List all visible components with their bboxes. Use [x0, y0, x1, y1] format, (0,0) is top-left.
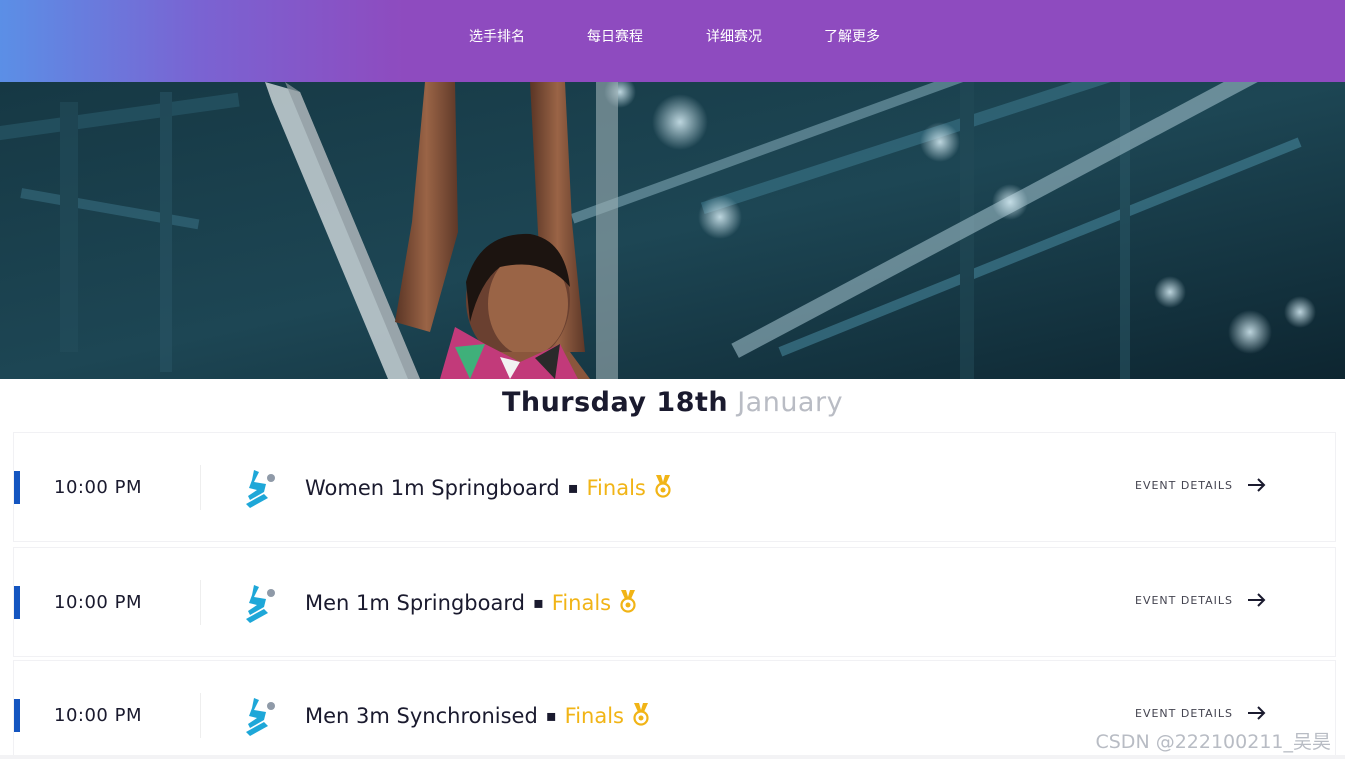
top-nav-bar: 选手排名 每日赛程 详细赛况 了解更多	[0, 0, 1345, 82]
event-details-link[interactable]: EVENT DETAILS	[1135, 592, 1267, 608]
diving-icon	[246, 585, 275, 623]
arrow-right-icon	[1248, 706, 1266, 720]
nav-item-rankings[interactable]: 选手排名	[469, 26, 525, 46]
diving-icon	[246, 698, 275, 736]
diving-icon	[246, 470, 275, 508]
medal-icon	[633, 703, 649, 726]
event-accent-bar	[14, 699, 20, 732]
arrow-right-icon	[1248, 593, 1266, 607]
event-details-link[interactable]: EVENT DETAILS	[1135, 477, 1267, 493]
main-nav: 选手排名 每日赛程 详细赛况 了解更多	[0, 26, 1345, 46]
nav-item-match-details[interactable]: 详细赛况	[706, 26, 762, 46]
schedule-date-heading: Thursday 18th January	[0, 385, 1345, 421]
event-name: Men 1m Springboard	[305, 591, 525, 615]
separator-dot: ▪	[545, 706, 557, 725]
event-details-label: EVENT DETAILS	[1135, 593, 1234, 607]
event-name: Women 1m Springboard	[305, 476, 560, 500]
watermark: CSDN @222100211_吴昊	[1095, 731, 1331, 753]
event-title: Men 1m Springboard ▪ Finals	[305, 588, 639, 618]
medal-icon	[655, 475, 671, 498]
arrow-right-icon	[1248, 478, 1266, 492]
schedule-day: Thursday 18th	[501, 387, 729, 418]
event-name: Men 3m Synchronised	[305, 704, 538, 728]
event-time: 10:00 PM	[54, 705, 142, 726]
row-divider	[200, 465, 201, 510]
event-accent-bar	[14, 471, 20, 504]
event-time: 10:00 PM	[54, 477, 142, 498]
row-divider	[200, 580, 201, 625]
event-row[interactable]: 10:00 PM Men 1m Springboard ▪ Finals EVENT…	[13, 547, 1336, 657]
row-divider	[200, 693, 201, 738]
event-details-link[interactable]: EVENT DETAILS	[1135, 705, 1267, 721]
event-row[interactable]: 10:00 PM Women 1m Springboard ▪ Finals EVE…	[13, 432, 1336, 542]
event-details-label: EVENT DETAILS	[1135, 478, 1234, 492]
event-title: Men 3m Synchronised ▪ Finals	[305, 701, 652, 731]
event-stage: Finals	[564, 704, 624, 728]
nav-item-daily-schedule[interactable]: 每日赛程	[587, 26, 643, 46]
separator-dot: ▪	[532, 593, 544, 612]
medal-icon	[620, 590, 636, 613]
nav-item-learn-more[interactable]: 了解更多	[824, 26, 880, 46]
event-details-label: EVENT DETAILS	[1135, 706, 1234, 720]
event-stage: Finals	[586, 476, 646, 500]
event-stage: Finals	[551, 591, 612, 615]
diver-photo-illustration	[0, 82, 1345, 379]
event-time: 10:00 PM	[54, 592, 142, 613]
bottom-rule	[0, 755, 1345, 759]
hero-image	[0, 82, 1345, 379]
separator-dot: ▪	[567, 478, 579, 497]
event-accent-bar	[14, 586, 20, 619]
schedule-month: January	[737, 387, 844, 418]
event-title: Women 1m Springboard ▪ Finals	[305, 473, 674, 503]
